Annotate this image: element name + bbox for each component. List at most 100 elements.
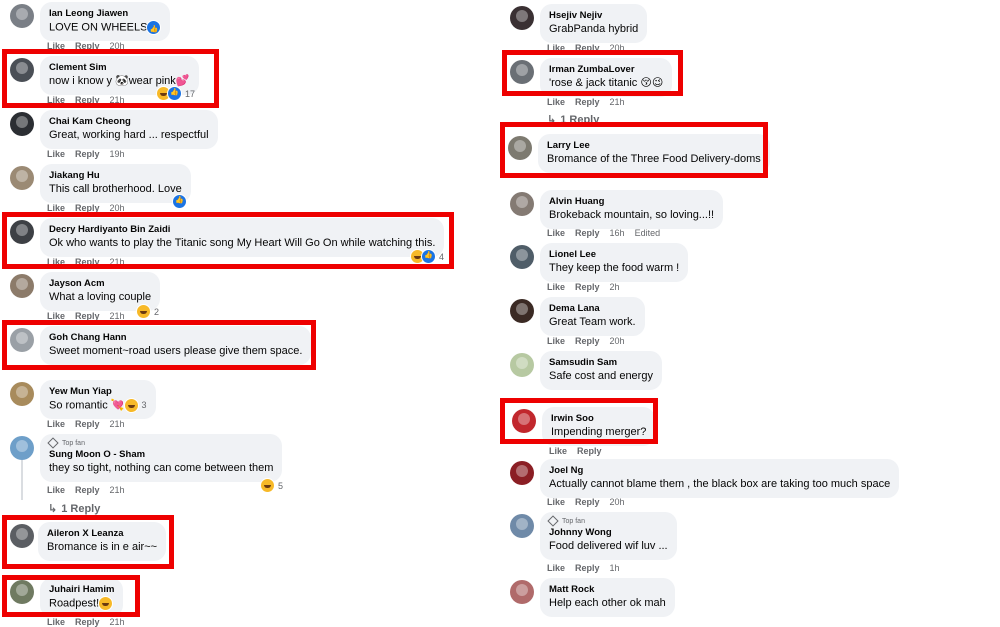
reaction-summary[interactable]: 5: [260, 478, 283, 493]
avatar[interactable]: [510, 514, 534, 538]
avatar[interactable]: [10, 382, 34, 406]
avatar[interactable]: [510, 580, 534, 604]
avatar[interactable]: [10, 524, 34, 548]
avatar[interactable]: [510, 6, 534, 30]
comment-author[interactable]: Irman ZumbaLover: [549, 63, 663, 76]
comment-time[interactable]: 1h: [610, 563, 620, 573]
like-button[interactable]: Like: [547, 97, 565, 107]
comment-time[interactable]: 20h: [610, 43, 625, 53]
comment-time[interactable]: 21h: [110, 419, 125, 429]
avatar[interactable]: [10, 112, 34, 136]
like-button[interactable]: Like: [47, 257, 65, 267]
like-button[interactable]: Like: [547, 336, 565, 346]
reply-button[interactable]: Reply: [575, 97, 600, 107]
reply-button[interactable]: Reply: [577, 446, 602, 456]
comment-author[interactable]: Ian Leong Jiawen: [49, 7, 161, 20]
comment-time[interactable]: 16h: [610, 228, 625, 238]
reply-button[interactable]: Reply: [75, 203, 100, 213]
avatar[interactable]: [10, 274, 34, 298]
avatar[interactable]: [10, 220, 34, 244]
comment-author[interactable]: Aileron X Leanza: [47, 527, 157, 540]
reply-button[interactable]: Reply: [575, 228, 600, 238]
like-button[interactable]: Like: [547, 563, 565, 573]
reaction-summary[interactable]: [172, 194, 187, 209]
comment-author[interactable]: Jiakang Hu: [49, 169, 182, 182]
avatar[interactable]: [10, 58, 34, 82]
avatar[interactable]: [510, 353, 534, 377]
comment-author[interactable]: Alvin Huang: [549, 195, 714, 208]
comment-time[interactable]: 2h: [610, 282, 620, 292]
comment-author[interactable]: Samsudin Sam: [549, 356, 653, 369]
comment-author[interactable]: Irwin Soo: [551, 412, 646, 425]
avatar[interactable]: [10, 436, 34, 460]
reply-button[interactable]: Reply: [75, 257, 100, 267]
avatar[interactable]: [10, 4, 34, 28]
comment-author[interactable]: Matt Rock: [549, 583, 666, 596]
reply-button[interactable]: Reply: [75, 419, 100, 429]
comment-author[interactable]: Decry Hardiyanto Bin Zaidi: [49, 223, 435, 236]
comment-author[interactable]: Joel Ng: [549, 464, 890, 477]
comment-author[interactable]: Goh Chang Hann: [49, 331, 302, 344]
reply-button[interactable]: Reply: [575, 336, 600, 346]
haha-reaction-icon[interactable]: [98, 596, 114, 611]
comment-time[interactable]: 21h: [110, 257, 125, 267]
reaction-summary[interactable]: 4: [410, 249, 444, 264]
comment-time[interactable]: 21h: [610, 97, 625, 107]
haha-reaction-icon[interactable]: [123, 398, 139, 413]
comment-time[interactable]: 21h: [110, 485, 125, 495]
reply-button[interactable]: Reply: [75, 95, 100, 105]
reply-button[interactable]: Reply: [75, 41, 100, 51]
like-button[interactable]: Like: [547, 228, 565, 238]
view-replies-link[interactable]: ↳ 1 Reply: [547, 113, 599, 126]
reply-button[interactable]: Reply: [75, 149, 100, 159]
comment-author[interactable]: Hsejiv Nejiv: [549, 9, 638, 22]
comment-time[interactable]: 20h: [110, 41, 125, 51]
like-button[interactable]: Like: [47, 203, 65, 213]
like-button[interactable]: Like: [47, 149, 65, 159]
comment-time[interactable]: 21h: [110, 311, 125, 321]
reply-button[interactable]: Reply: [75, 485, 100, 495]
reaction-summary[interactable]: 17: [156, 86, 195, 101]
reply-button[interactable]: Reply: [75, 311, 100, 321]
comment-time[interactable]: 20h: [110, 203, 125, 213]
reaction-summary[interactable]: 2: [136, 304, 159, 319]
view-replies-link[interactable]: ↳ 1 Reply: [48, 502, 100, 515]
avatar[interactable]: [512, 409, 536, 433]
reply-button[interactable]: Reply: [75, 617, 100, 627]
like-button[interactable]: Like: [47, 311, 65, 321]
comment-time[interactable]: 21h: [110, 617, 125, 627]
comment-time[interactable]: 21h: [110, 95, 125, 105]
avatar[interactable]: [510, 461, 534, 485]
avatar[interactable]: [10, 166, 34, 190]
avatar[interactable]: [508, 136, 532, 160]
comment-time[interactable]: 19h: [110, 149, 125, 159]
like-button[interactable]: Like: [47, 617, 65, 627]
reply-button[interactable]: Reply: [575, 497, 600, 507]
like-button[interactable]: Like: [47, 41, 65, 51]
like-button[interactable]: Like: [47, 485, 65, 495]
avatar[interactable]: [510, 192, 534, 216]
avatar[interactable]: [510, 60, 534, 84]
like-button[interactable]: Like: [549, 446, 567, 456]
reply-button[interactable]: Reply: [575, 43, 600, 53]
comment-author[interactable]: Larry Lee: [547, 139, 761, 152]
like-button[interactable]: Like: [47, 95, 65, 105]
comment-author[interactable]: Clement Sim: [49, 61, 190, 74]
like-button[interactable]: Like: [547, 282, 565, 292]
comment-author[interactable]: Chai Kam Cheong: [49, 115, 209, 128]
comment-time[interactable]: 20h: [610, 336, 625, 346]
comment-author[interactable]: Juhairi Hamim: [49, 583, 114, 596]
avatar[interactable]: [10, 328, 34, 352]
reply-button[interactable]: Reply: [575, 282, 600, 292]
comment-author[interactable]: Jayson Acm: [49, 277, 151, 290]
like-button[interactable]: Like: [47, 419, 65, 429]
comment-author[interactable]: Dema Lana: [549, 302, 636, 315]
avatar[interactable]: [510, 299, 534, 323]
like-reaction-icon[interactable]: [146, 20, 162, 37]
like-button[interactable]: Like: [547, 497, 565, 507]
comment-time[interactable]: 20h: [610, 497, 625, 507]
avatar[interactable]: [510, 245, 534, 269]
comment-author[interactable]: Johnny Wong: [549, 526, 668, 539]
avatar[interactable]: [10, 580, 34, 604]
like-button[interactable]: Like: [547, 43, 565, 53]
